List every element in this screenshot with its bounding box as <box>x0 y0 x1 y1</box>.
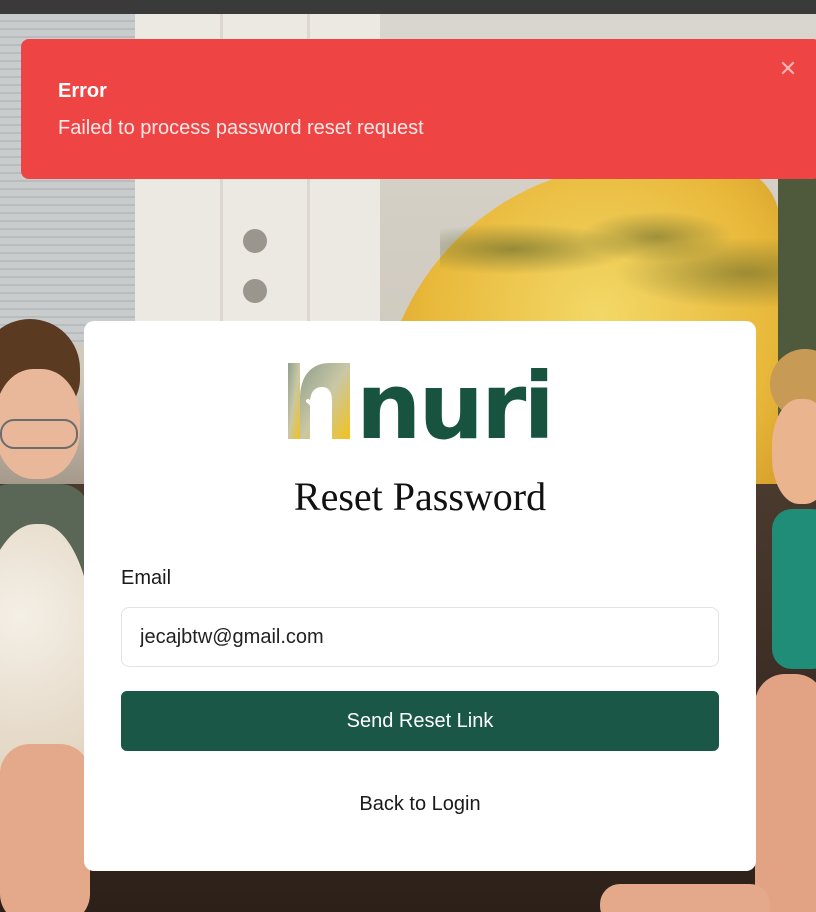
child-right-face <box>772 399 816 504</box>
email-label: Email <box>121 567 172 589</box>
error-toast: Error Failed to process password reset r… <box>21 39 816 179</box>
send-reset-link-button[interactable]: Send Reset Link <box>121 691 719 751</box>
child-left-leg <box>0 744 90 912</box>
door-knob <box>243 279 267 303</box>
nuri-logo-mark-icon <box>288 363 350 439</box>
child-right-shirt <box>772 509 816 669</box>
page-title: Reset Password <box>293 474 547 519</box>
child-feet <box>600 884 770 912</box>
child-right-leg <box>755 674 816 912</box>
nuri-logo: nuri <box>288 361 555 441</box>
toast-title: Error <box>58 80 107 102</box>
child-left-glasses <box>0 419 78 449</box>
brand-name: nuri <box>356 361 552 441</box>
reset-password-card: nuri Reset Password Email Send Reset Lin… <box>84 321 756 871</box>
door-knob <box>243 229 267 253</box>
close-icon[interactable]: ✕ <box>778 58 798 80</box>
toast-message: Failed to process password reset request <box>58 117 424 139</box>
hanging-plant <box>440 189 800 309</box>
email-field[interactable] <box>121 607 719 667</box>
browser-top-bar <box>0 0 816 14</box>
back-to-login-link[interactable]: Back to Login <box>84 793 756 816</box>
